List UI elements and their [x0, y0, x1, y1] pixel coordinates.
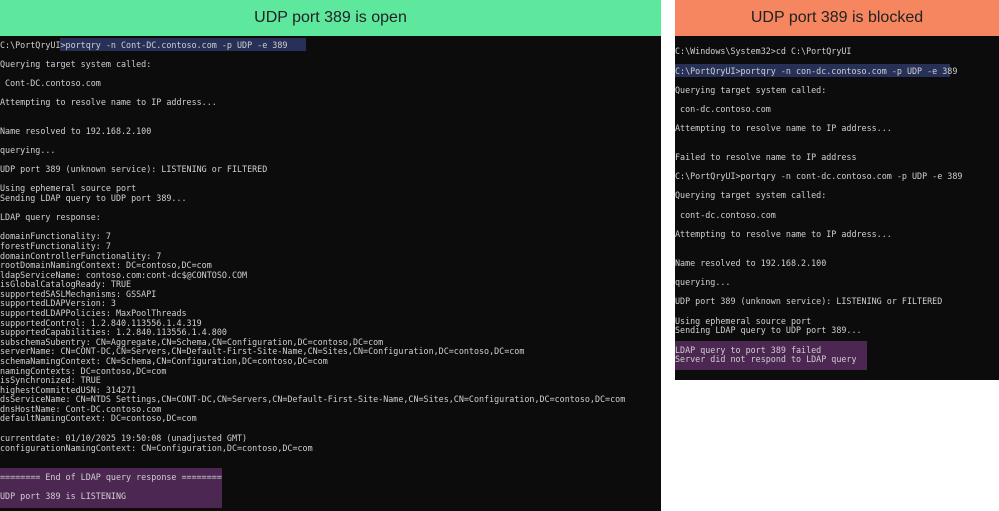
terminal-line: Failed to resolve name to IP address: [675, 152, 857, 162]
terminal-line: Attempting to resolve name to IP address…: [0, 97, 217, 107]
terminal-line: supportedCapabilities: 1.2.840.113556.1.…: [0, 327, 227, 337]
panel-header-blocked: UDP port 389 is blocked: [675, 0, 999, 36]
terminal-line: Sending LDAP query to UDP port 389...: [675, 325, 862, 335]
terminal-line: domainFunctionality: 7: [0, 231, 111, 241]
terminal-line: querying...: [0, 145, 56, 155]
terminal-line: isGlobalCatalogReady: TRUE: [0, 279, 132, 289]
terminal-line: C:\PortQryUI>portqry -n con-dc.contoso.c…: [675, 66, 958, 76]
terminal-line: UDP port 389 (unknown service): LISTENIN…: [0, 164, 268, 174]
terminal-line: schemaNamingContext: CN=Schema,CN=Config…: [0, 356, 328, 366]
terminal-line: Name resolved to 192.168.2.100: [0, 126, 152, 136]
terminal-line: configurationNamingContext: CN=Configura…: [0, 443, 313, 453]
terminal-line: Server did not respond to LDAP query: [675, 354, 857, 364]
terminal-output-open: C:\PortQryUI>portqry -n Cont-DC.contoso.…: [0, 36, 661, 511]
terminal-line: C:\PortQryUI>portqry -n Cont-DC.contoso.…: [0, 40, 288, 50]
terminal-line: Attempting to resolve name to IP address…: [675, 229, 892, 239]
terminal-line: Attempting to resolve name to IP address…: [675, 123, 892, 133]
terminal-line: Cont-DC.contoso.com: [0, 78, 101, 88]
terminal-line: LDAP query response:: [0, 212, 101, 222]
terminal-line: C:\Windows\System32>cd C:\PortQryUI: [675, 46, 852, 56]
terminal-line: serverName: CN=CONT-DC,CN=Servers,CN=Def…: [0, 346, 525, 356]
terminal-line: currentdate: 01/10/2025 19:50:08 (unadju…: [0, 433, 248, 443]
terminal-line: Sending LDAP query to UDP port 389...: [0, 193, 187, 203]
terminal-line: rootDomainNamingContext: DC=contoso,DC=c…: [0, 260, 212, 270]
open-port-panel: UDP port 389 is open C:\PortQryUI>portqr…: [0, 0, 661, 511]
terminal-line: UDP port 389 (unknown service): LISTENIN…: [675, 296, 943, 306]
terminal-line: forestFunctionality: 7: [0, 241, 111, 251]
terminal-line: isSynchronized: TRUE: [0, 375, 101, 385]
terminal-line: Querying target system called:: [675, 190, 827, 200]
panel-header-open: UDP port 389 is open: [0, 0, 661, 36]
terminal-line: defaultNamingContext: DC=contoso,DC=com: [0, 413, 197, 423]
terminal-line: dsServiceName: CN=NTDS Settings,CN=CONT-…: [0, 394, 626, 404]
terminal-line: con-dc.contoso.com: [675, 104, 771, 114]
terminal-line: C:\PortQryUI>portqry -n cont-dc.contoso.…: [675, 171, 963, 181]
blocked-port-panel: UDP port 389 is blocked C:\Windows\Syste…: [675, 0, 999, 380]
terminal-line: supportedLDAPPolicies: MaxPoolThreads: [0, 308, 187, 318]
terminal-line: Querying target system called:: [675, 85, 827, 95]
terminal-output-blocked: C:\Windows\System32>cd C:\PortQryUI C:\P…: [675, 36, 999, 380]
terminal-line: Using ephemeral source port: [0, 183, 137, 193]
terminal-line: UDP port 389 is LISTENING: [0, 491, 127, 501]
terminal-line: querying...: [675, 277, 731, 287]
terminal-line: Querying target system called:: [0, 59, 152, 69]
terminal-line: supportedLDAPVersion: 3: [0, 298, 116, 308]
terminal-line: Name resolved to 192.168.2.100: [675, 258, 827, 268]
terminal-line: ======== End of LDAP query response ====…: [0, 472, 222, 482]
terminal-line: cont-dc.contoso.com: [675, 210, 776, 220]
